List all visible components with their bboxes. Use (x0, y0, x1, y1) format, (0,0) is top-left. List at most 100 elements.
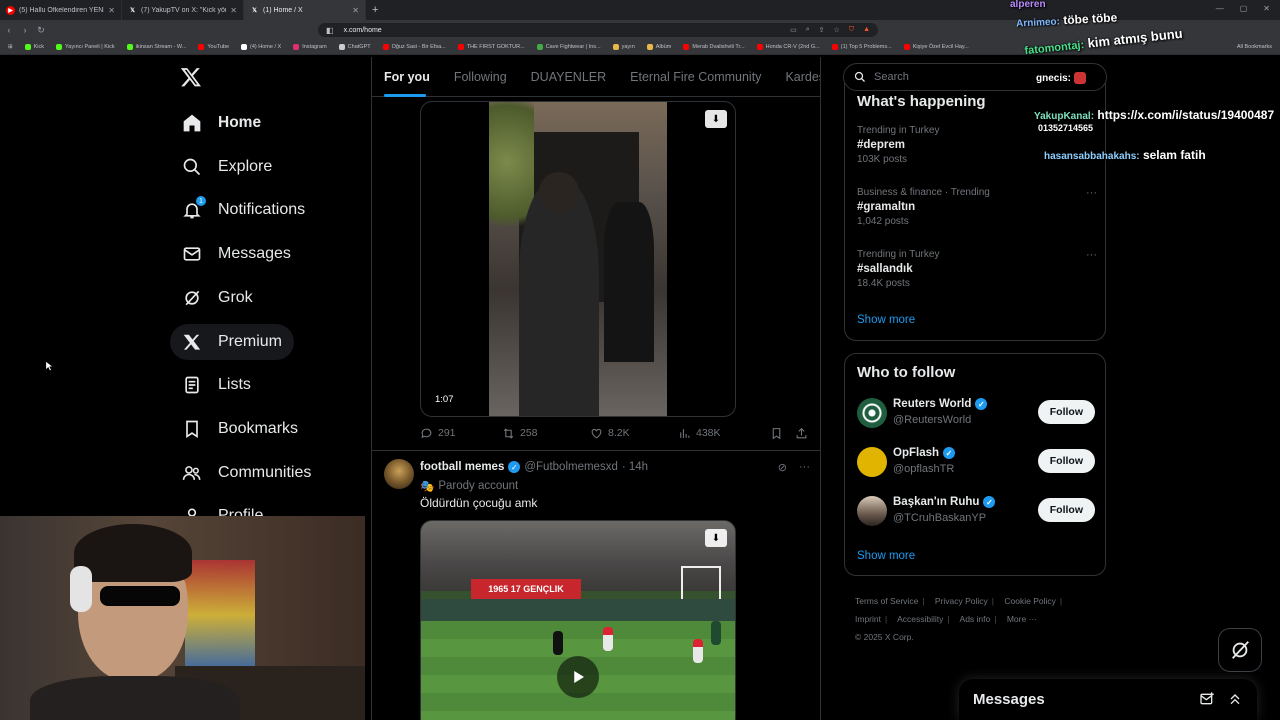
nav-label: Explore (218, 158, 273, 175)
new-message-icon[interactable] (1199, 691, 1215, 707)
minimize-icon[interactable]: — (1216, 4, 1224, 13)
tab-following[interactable]: Following (442, 57, 519, 97)
bookmark-item[interactable]: Cave Fightwear | Ins... (536, 44, 601, 50)
follow-suggestion[interactable]: OpFlash ✓ @opflashTR Follow (857, 443, 1095, 483)
footer-link[interactable]: Accessibility (897, 614, 943, 624)
show-more-link[interactable]: Show more (857, 314, 915, 326)
bookmark-label: (1) Top 5 Problems... (840, 44, 892, 50)
follow-button[interactable]: Follow (1037, 449, 1095, 473)
bookmark-item[interactable]: Honda CR-V (2nd G... (756, 44, 820, 50)
star-icon[interactable]: ☆ (834, 26, 840, 34)
tab-kardesler[interactable]: Kardeşler Ki (773, 57, 820, 97)
bookmark-item[interactable]: THE FIRST GOKTUR... (457, 44, 525, 50)
browser-tab-home[interactable]: 𝕏 (1) Home / X ✕ (244, 0, 366, 20)
brave-rewards-icon[interactable]: ▲ (863, 26, 870, 34)
maximize-icon[interactable]: ▢ (1240, 4, 1248, 13)
download-icon[interactable]: ⬇ (705, 529, 727, 547)
follow-button[interactable]: Follow (1037, 498, 1095, 522)
bookmark-page-icon[interactable]: ◧ (326, 26, 334, 35)
bookmark-item[interactable]: Instagram (293, 44, 327, 50)
post-video[interactable]: ⬇ 1:07 (420, 101, 736, 417)
follow-suggestion[interactable]: Başkan'ın Ruhu ✓ @TCruhBaskanYP Follow (857, 492, 1095, 532)
close-tab-icon[interactable]: ✕ (352, 6, 359, 15)
more-icon[interactable]: ··· (799, 461, 810, 474)
reply-button[interactable]: 291 (420, 427, 502, 440)
tab-duayenler[interactable]: DUAYENLER (519, 57, 618, 97)
post-video[interactable]: 1965 17 GENÇLIK ⬇ (420, 520, 736, 720)
author-handle[interactable]: @Futbolmemesxd (524, 461, 617, 473)
back-icon[interactable]: ‹ (2, 25, 16, 35)
repost-button[interactable]: 258 (502, 427, 590, 440)
footer-link[interactable]: Privacy Policy (935, 596, 988, 606)
bookmark-item[interactable]: Kişiye Özel Evcil Hay... (903, 44, 969, 50)
share-icon[interactable] (795, 427, 808, 440)
all-bookmarks-button[interactable]: All Bookmarks (1237, 44, 1272, 50)
footer-link[interactable]: Imprint (855, 614, 881, 624)
follow-suggestion[interactable]: Reuters World ✓ @ReutersWorld Follow (857, 394, 1095, 434)
nav-bookmarks[interactable]: Bookmarks (170, 411, 310, 447)
bookmark-item[interactable]: Yayıncı Paneli | Kick (56, 44, 115, 50)
footer-link[interactable]: Cookie Policy (1004, 596, 1056, 606)
address-bar[interactable]: ◧ x.com/home ▭ ⌕ ⇪ ☆ ⛉ ▲ (318, 23, 878, 37)
bookmark-item[interactable]: (4) Home / X (241, 44, 281, 50)
show-more-link[interactable]: Show more (857, 550, 915, 562)
new-tab-button[interactable]: + (366, 4, 384, 16)
nav-grok[interactable]: Grok (170, 280, 265, 316)
nav-messages[interactable]: Messages (170, 236, 303, 272)
forward-icon[interactable]: › (18, 25, 32, 35)
close-tab-icon[interactable]: ✕ (108, 6, 115, 15)
footer-link[interactable]: More ··· (1007, 614, 1037, 624)
trend-item[interactable]: Trending in Turkey #deprem 103K posts (857, 125, 1097, 165)
nav-explore[interactable]: Explore (170, 149, 284, 185)
author-name[interactable]: football memes (420, 461, 504, 473)
avatar[interactable] (384, 459, 414, 489)
tab-for-you[interactable]: For you (372, 57, 442, 97)
bookmark-item[interactable]: Oğuz Sasi - Bir Efsa... (382, 44, 446, 50)
cast-icon[interactable]: ▭ (790, 26, 797, 34)
browser-tab-youtube[interactable]: ▶ (5) Hallu Öfkelendiren YENİ OLAYI! Po … (0, 0, 122, 20)
bookmark-item[interactable]: Merab Dvalishvili Tr... (683, 44, 745, 50)
bookmark-item[interactable]: ChatGPT (338, 44, 371, 50)
reload-icon[interactable]: ↻ (34, 25, 48, 36)
nav-communities[interactable]: Communities (170, 455, 323, 491)
nav-home[interactable]: Home (170, 105, 273, 141)
bookmark-item[interactable]: ikinsan Stream - W... (126, 44, 186, 50)
post-time[interactable]: · 14h (622, 461, 648, 473)
footer-link[interactable]: Ads info (960, 614, 991, 624)
play-button[interactable] (557, 656, 599, 698)
footer-link[interactable]: Terms of Service (855, 596, 918, 606)
close-window-icon[interactable]: ✕ (1263, 4, 1270, 13)
bookmark-icon[interactable] (770, 427, 783, 440)
like-button[interactable]: 8.2K (590, 427, 678, 440)
follow-button[interactable]: Follow (1037, 400, 1095, 424)
expand-icon[interactable] (1227, 691, 1243, 707)
x-logo-icon[interactable] (180, 66, 202, 88)
grok-icon[interactable]: ⊘ (778, 461, 787, 474)
nav-lists[interactable]: Lists (170, 367, 263, 403)
apps-icon[interactable]: ⊞ (8, 44, 13, 50)
zoom-icon[interactable]: ⌕ (806, 26, 810, 34)
search-icon (182, 157, 202, 177)
more-icon[interactable]: ··· (1086, 187, 1097, 199)
share-icon[interactable]: ⇪ (819, 26, 825, 34)
bookmark-item[interactable]: YouTube (198, 44, 229, 50)
bookmark-item[interactable]: (1) Top 5 Problems... (831, 44, 892, 50)
nav-notifications[interactable]: 1 Notifications (170, 192, 317, 228)
more-icon[interactable]: ··· (1086, 249, 1097, 261)
nav-premium[interactable]: Premium (170, 324, 295, 360)
browser-tab-yakuptv[interactable]: 𝕏 (7) YakupTV on X: "Kick yönetimi hala … (122, 0, 244, 20)
grok-floating-button[interactable] (1218, 628, 1262, 672)
tab-eternal-fire-community[interactable]: Eternal Fire Community (618, 57, 773, 97)
close-tab-icon[interactable]: ✕ (230, 6, 237, 15)
download-icon[interactable]: ⬇ (705, 110, 727, 128)
messages-drawer[interactable]: Messages (959, 679, 1257, 720)
views-button[interactable]: 438K (678, 427, 770, 440)
brave-shield-icon[interactable]: ⛉ (849, 26, 854, 34)
bookmark-folder[interactable]: Albüm (646, 44, 671, 50)
trend-item[interactable]: Trending in Turkey #sallandık 18.4K post… (857, 249, 1097, 289)
verified-badge-icon: ✓ (983, 496, 996, 508)
trend-item[interactable]: Business & finance · Trending #gramaltın… (857, 187, 1097, 227)
bookmark-item[interactable]: Kick (24, 44, 44, 50)
bookmark-folder[interactable]: yayın (612, 44, 635, 50)
left-navigation: Home Explore 1 Notifications Messages Gr… (170, 58, 370, 524)
